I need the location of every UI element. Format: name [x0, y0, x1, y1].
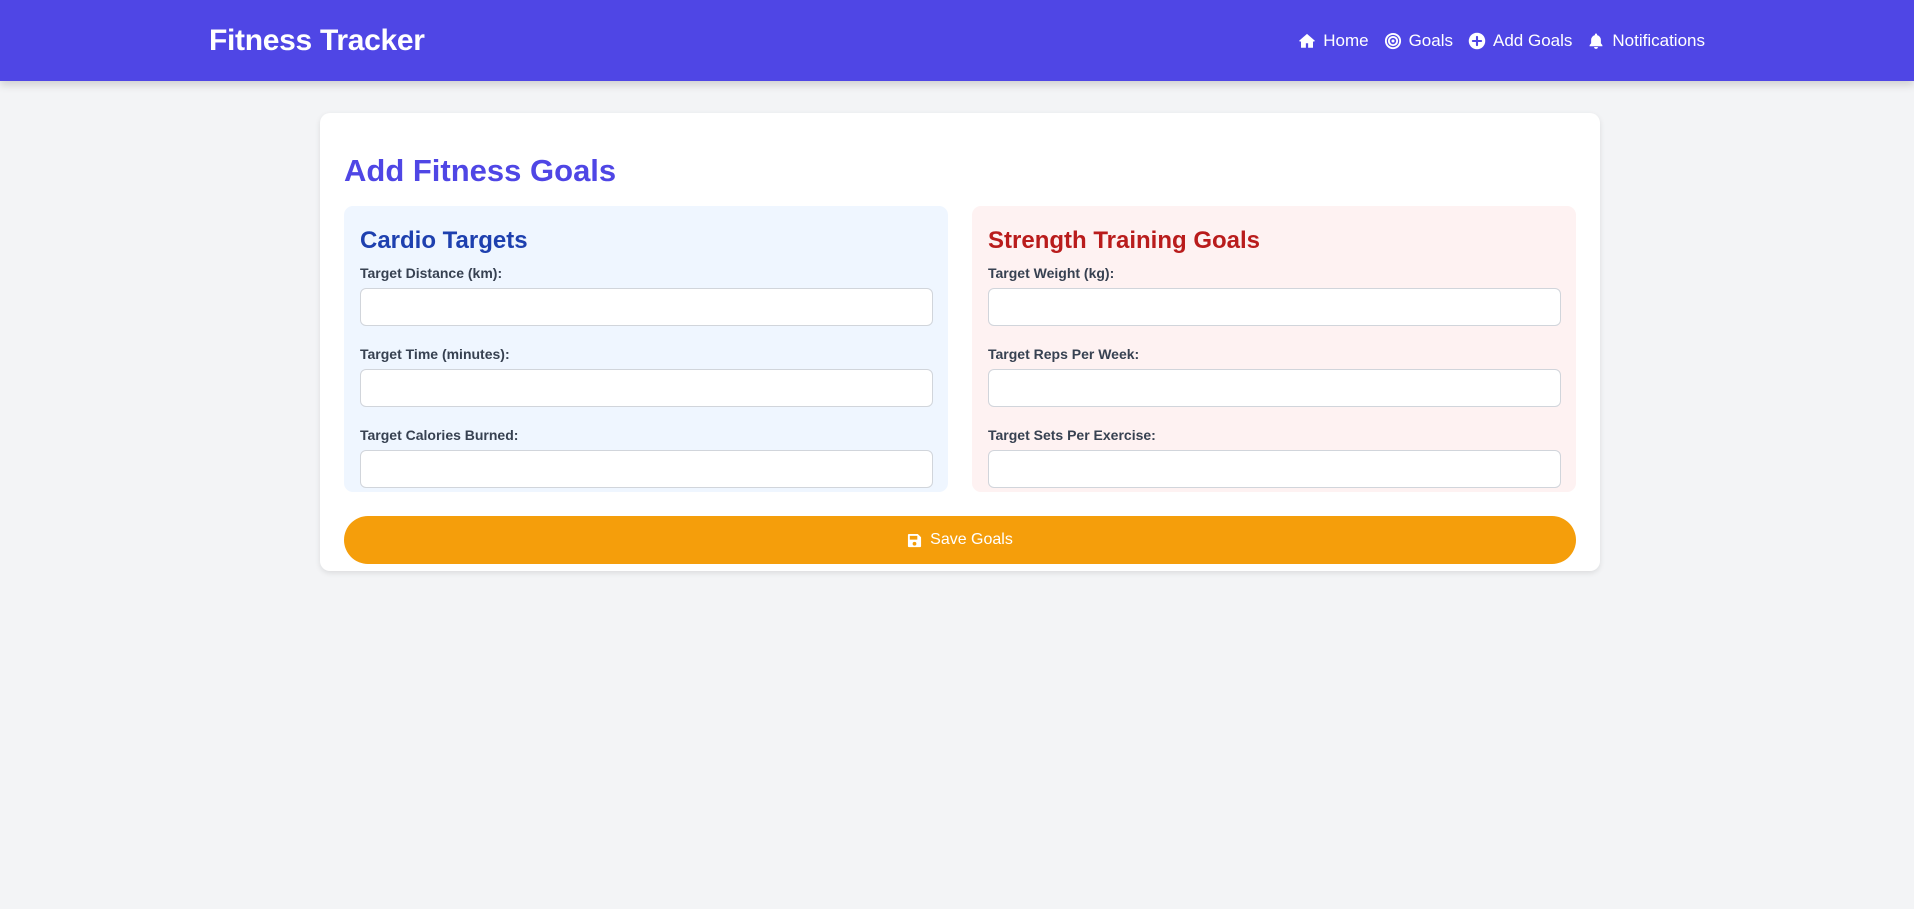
target-reps-input[interactable] — [988, 369, 1561, 407]
target-time-label: Target Time (minutes): — [360, 346, 510, 362]
strength-goals-title: Strength Training Goals — [988, 227, 1261, 254]
cardio-targets-panel: Cardio Targets Target Distance (km): Tar… — [344, 206, 948, 492]
nav-links: Home Goals Add Goals Notifications — [1298, 31, 1705, 51]
save-goals-label: Save Goals — [930, 531, 1013, 548]
cardio-targets-title: Cardio Targets — [360, 227, 528, 254]
strength-goals-panel: Strength Training Goals Target Weight (k… — [972, 206, 1576, 492]
save-icon — [908, 533, 922, 547]
page-title: Add Fitness Goals — [344, 153, 617, 188]
nav-link-goals[interactable]: Goals — [1384, 31, 1453, 51]
nav-link-home[interactable]: Home — [1298, 30, 1369, 51]
target-distance-input[interactable] — [360, 288, 933, 326]
target-sets-label: Target Sets Per Exercise: — [988, 427, 1156, 443]
target-sets-input[interactable] — [988, 450, 1561, 488]
bullseye-icon — [1384, 32, 1401, 49]
target-reps-label: Target Reps Per Week: — [988, 346, 1140, 362]
target-distance-label: Target Distance (km): — [360, 265, 503, 281]
target-calories-label: Target Calories Burned: — [360, 427, 519, 443]
home-icon — [1299, 33, 1316, 48]
target-time-input[interactable] — [360, 369, 933, 407]
target-weight-label: Target Weight (kg): — [988, 265, 1115, 281]
navbar: Fitness Tracker Home Goals Add Goals Not… — [0, 0, 1914, 81]
target-weight-input[interactable] — [988, 288, 1561, 326]
add-goals-card: Add Fitness Goals Cardio Targets Target … — [320, 113, 1600, 571]
brand-title[interactable]: Fitness Tracker — [209, 24, 425, 58]
nav-link-notifications-label: Notifications — [1612, 30, 1705, 50]
nav-link-goals-label: Goals — [1408, 30, 1453, 50]
save-goals-button[interactable]: Save Goals — [344, 516, 1576, 564]
goals-form: Cardio Targets Target Distance (km): Tar… — [344, 206, 1576, 492]
nav-link-add-goals-label: Add Goals — [1493, 30, 1573, 50]
nav-link-home-label: Home — [1323, 30, 1369, 50]
nav-link-add-goals[interactable]: Add Goals — [1468, 31, 1572, 51]
bell-icon — [1590, 33, 1603, 49]
plus-circle-icon — [1468, 32, 1486, 49]
navbar-inner: Fitness Tracker Home Goals Add Goals Not… — [205, 0, 1709, 81]
nav-link-notifications[interactable]: Notifications — [1587, 31, 1705, 51]
target-calories-input[interactable] — [360, 450, 933, 488]
